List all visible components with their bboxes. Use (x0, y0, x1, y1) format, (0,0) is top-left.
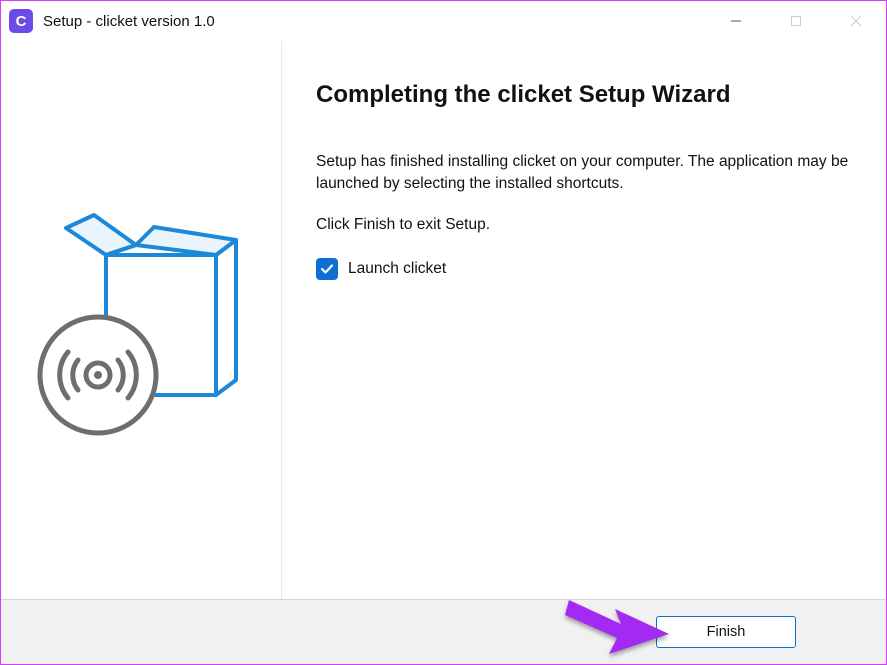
window-title: Setup - clicket version 1.0 (43, 13, 706, 30)
maximize-icon (790, 15, 802, 27)
app-icon: C (9, 9, 33, 33)
body-paragraph-1: Setup has finished installing clicket on… (316, 151, 852, 194)
content-area: Completing the clicket Setup Wizard Setu… (1, 41, 886, 600)
body-paragraph-2: Click Finish to exit Setup. (316, 214, 852, 236)
minimize-button[interactable] (706, 1, 766, 41)
box-disc-icon (36, 200, 246, 440)
maximize-button (766, 1, 826, 41)
finish-button-label: Finish (707, 624, 746, 640)
launch-checkbox-row[interactable]: Launch clicket (316, 258, 852, 280)
launch-checkbox-label: Launch clicket (348, 260, 446, 278)
footer-bar: Finish (1, 600, 886, 664)
launch-checkbox[interactable] (316, 258, 338, 280)
finish-button[interactable]: Finish (656, 616, 796, 648)
page-heading: Completing the clicket Setup Wizard (316, 81, 852, 109)
checkmark-icon (320, 262, 334, 276)
setup-window: C Setup - clicket version 1.0 (0, 0, 887, 665)
sidebar-graphic-panel (1, 41, 282, 599)
app-icon-letter: C (16, 13, 27, 30)
main-panel: Completing the clicket Setup Wizard Setu… (282, 41, 886, 599)
close-button (826, 1, 886, 41)
window-controls (706, 1, 886, 41)
close-icon (850, 15, 862, 27)
titlebar: C Setup - clicket version 1.0 (1, 1, 886, 41)
minimize-icon (730, 15, 742, 27)
